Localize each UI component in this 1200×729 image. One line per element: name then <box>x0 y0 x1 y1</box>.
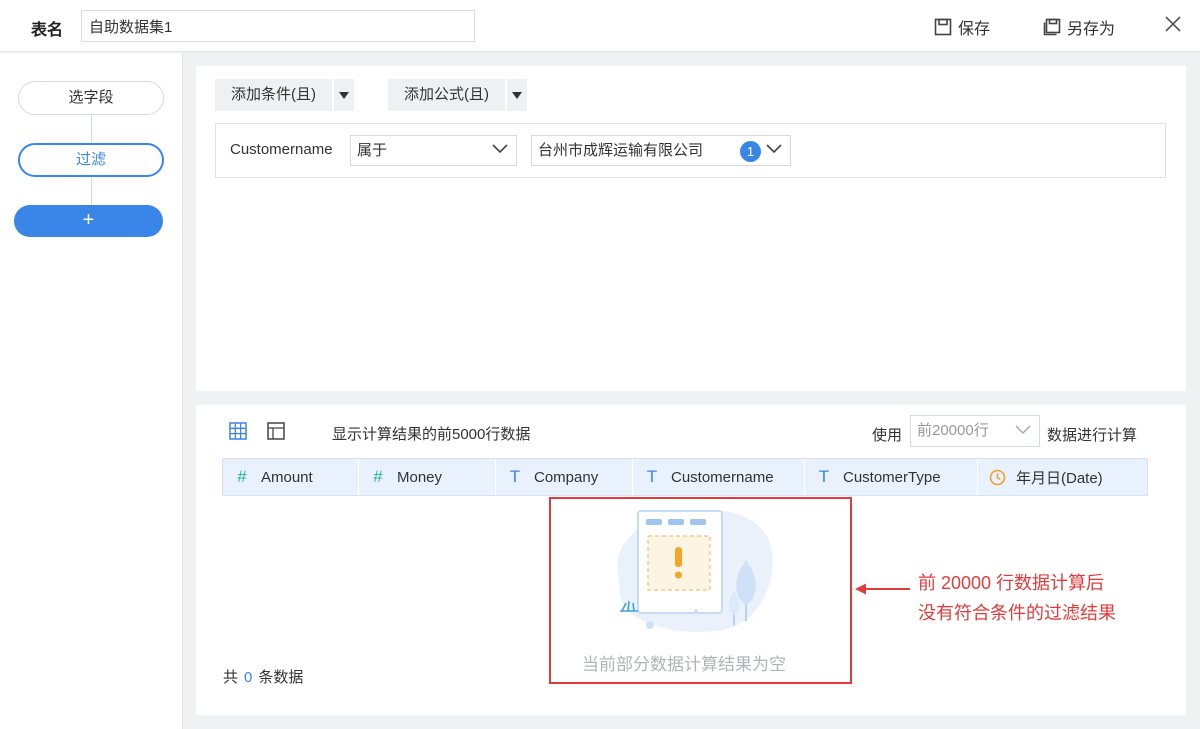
layout-view-icon[interactable] <box>267 422 285 444</box>
add-condition-label: 添加条件(且) <box>231 86 316 103</box>
annotation-line-1: 前 20000 行数据计算后 <box>918 573 1105 593</box>
operator-select[interactable]: 属于 <box>350 135 517 166</box>
save-as-icon <box>1043 18 1061 36</box>
save-button[interactable]: 保存 <box>934 15 990 39</box>
close-button[interactable] <box>1164 15 1182 37</box>
compute-label: 数据进行计算 <box>1047 427 1138 444</box>
annotation-arrow-icon <box>855 583 910 595</box>
add-formula-button[interactable]: 添加公式(且) <box>388 79 527 111</box>
save-as-button[interactable]: 另存为 <box>1043 15 1115 39</box>
close-icon <box>1165 16 1181 32</box>
table-name-label: 表名 <box>31 22 64 39</box>
value-count-badge: 1 <box>740 141 761 162</box>
table-header: # Amount # Money T Company T Customernam… <box>222 458 1148 496</box>
table-name-input[interactable] <box>81 10 475 42</box>
column-name: Customername <box>671 468 774 486</box>
annotation-note: 前 20000 行数据计算后 没有符合条件的过滤结果 <box>918 568 1116 628</box>
total-count: 共 0 条数据 <box>223 666 303 687</box>
step-filter[interactable]: 过滤 <box>18 143 164 177</box>
annotation-line-2: 没有符合条件的过滤结果 <box>918 603 1116 623</box>
operator-value: 属于 <box>357 142 388 159</box>
step-connector <box>91 177 92 205</box>
add-formula-label: 添加公式(且) <box>404 86 489 103</box>
grid-view-icon[interactable] <box>229 422 247 444</box>
add-formula-dropdown[interactable] <box>505 79 527 111</box>
add-condition-dropdown[interactable] <box>332 79 354 111</box>
column-header-date[interactable]: 年月日(Date) <box>978 459 1147 495</box>
chevron-down-icon <box>1015 425 1031 435</box>
total-suffix: 条数据 <box>258 669 304 686</box>
annotation-highlight-box <box>549 497 852 684</box>
value-select[interactable]: 台州市成辉运输有限公司 1 <box>531 135 791 166</box>
total-prefix: 共 <box>223 669 239 686</box>
save-icon <box>934 18 952 36</box>
caret-down-icon <box>339 91 349 99</box>
number-type-icon: # <box>237 467 247 486</box>
row-limit-value: 前20000行 <box>917 422 989 439</box>
save-label: 保存 <box>958 21 991 38</box>
preview-description: 显示计算结果的前5000行数据 <box>332 426 531 443</box>
condition-value: 台州市成辉运输有限公司 <box>538 142 704 159</box>
step-sidebar: 选字段 过滤 + <box>0 53 183 729</box>
condition-field-name: Customername <box>230 141 333 158</box>
column-header-company[interactable]: T Company <box>496 459 633 495</box>
filter-panel: 添加条件(且) 添加公式(且) Customername 属于 台州市成辉运输有… <box>196 66 1186 391</box>
step-connector <box>91 115 92 143</box>
use-label: 使用 <box>872 427 903 444</box>
column-name: 年月日(Date) <box>1016 469 1103 487</box>
text-type-icon: T <box>818 467 830 486</box>
column-name: Company <box>534 468 599 486</box>
column-header-customername[interactable]: T Customername <box>633 459 805 495</box>
chevron-down-icon <box>766 144 782 154</box>
save-as-label: 另存为 <box>1067 21 1116 38</box>
text-type-icon: T <box>509 467 521 486</box>
column-name: CustomerType <box>843 468 941 486</box>
add-step-button[interactable]: + <box>14 205 163 237</box>
add-condition-button[interactable]: 添加条件(且) <box>215 79 354 111</box>
row-limit-select[interactable]: 前20000行 <box>910 415 1040 447</box>
column-header-customertype[interactable]: T CustomerType <box>805 459 978 495</box>
step-select-fields[interactable]: 选字段 <box>18 81 164 115</box>
clock-icon <box>988 469 1006 486</box>
number-type-icon: # <box>373 467 383 486</box>
caret-down-icon <box>512 91 522 99</box>
column-header-money[interactable]: # Money <box>359 459 496 495</box>
total-number: 0 <box>244 669 253 686</box>
text-type-icon: T <box>646 467 658 486</box>
top-bar: 表名 保存 另存为 <box>0 0 1200 52</box>
chevron-down-icon <box>492 144 508 154</box>
column-header-amount[interactable]: # Amount <box>223 459 359 495</box>
condition-row: Customername 属于 台州市成辉运输有限公司 1 <box>215 123 1166 178</box>
column-name: Money <box>397 468 443 486</box>
column-name: Amount <box>261 468 313 486</box>
